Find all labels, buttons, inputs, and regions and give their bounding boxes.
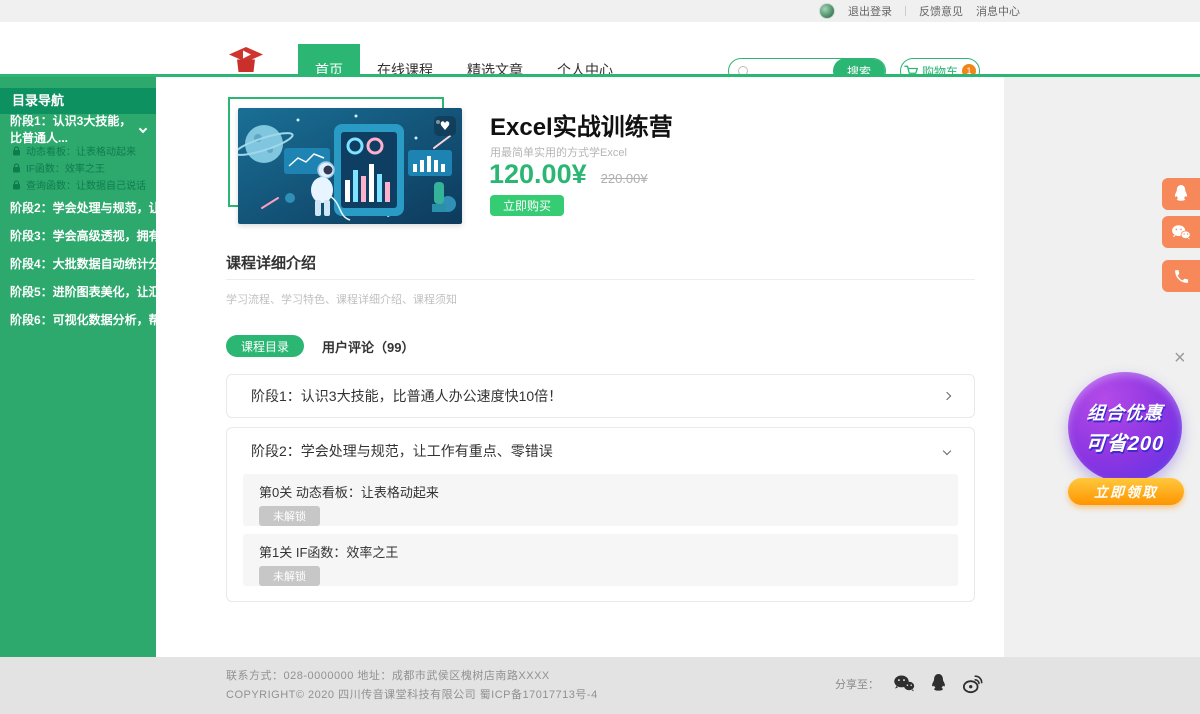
feedback-link[interactable]: 反馈意见	[919, 3, 963, 19]
sidebar-lesson-2[interactable]: IF函数：效率之王	[0, 160, 156, 175]
logo-icon	[228, 47, 264, 73]
sidebar-lesson-1[interactable]: 动态看板：让表格动起来	[0, 143, 156, 158]
section-divider	[226, 279, 975, 280]
detail-section-title: 课程详细介绍	[226, 252, 316, 273]
sidebar-lesson-3-label: 查询函数：让数据自己说话	[26, 177, 146, 192]
sidebar-lesson-1-label: 动态看板：让表格动起来	[26, 143, 136, 158]
phone-contact-button[interactable]	[1162, 260, 1200, 292]
accordion-stage-1-label: 阶段1：认识3大技能，比普通人办公速度快10倍！	[251, 386, 562, 406]
qq-icon	[1172, 184, 1190, 204]
weibo-icon	[962, 673, 984, 694]
promo-text-line1: 组合优惠	[1086, 399, 1164, 425]
tab-catalog[interactable]: 课程目录	[226, 335, 304, 357]
promo-close-icon[interactable]: ×	[1174, 348, 1186, 368]
claim-coupon-button[interactable]: 立即领取	[1068, 478, 1184, 505]
sidebar-stage-5[interactable]: 阶段5：进阶图表美化，让汇报一...	[0, 280, 156, 302]
original-price: 220.00¥	[601, 171, 648, 186]
lesson-row-0[interactable]: 第0关 动态看板：让表格动起来 未解锁	[243, 474, 958, 526]
phone-icon	[1173, 268, 1190, 285]
current-price: 120.00¥	[489, 159, 587, 190]
sidebar-stage-6[interactable]: 阶段6：可视化数据分析，帮老板...	[0, 308, 156, 330]
promo-text-line2: 可省200	[1085, 427, 1165, 456]
qq-contact-button[interactable]	[1162, 178, 1200, 210]
share-label: 分享至：	[835, 676, 879, 692]
promo-badge[interactable]: 组合优惠 可省200	[1068, 372, 1182, 482]
sidebar-lesson-2-label: IF函数：效率之王	[26, 160, 105, 175]
qq-icon	[929, 673, 948, 694]
accordion-stage-2-header[interactable]: 阶段2：学会处理与规范，让工作有重点、零错误	[227, 428, 974, 474]
page: 退出登录 反馈意见 消息中心 传音课堂 CHUANYINKETANG 首页 在线…	[0, 0, 1200, 714]
tab-comments[interactable]: 用户评论（99）	[322, 337, 414, 356]
lesson-status-badge: 未解锁	[259, 566, 320, 586]
detail-description: 学习流程、学习特色、课程详细介绍、课程须知	[226, 291, 457, 307]
lesson-status-badge: 未解锁	[259, 506, 320, 526]
logout-link[interactable]: 退出登录	[848, 3, 892, 19]
sidebar-stage-2[interactable]: 阶段2：学会处理与规范，让工作...	[0, 196, 156, 218]
chevron-down-icon	[139, 125, 147, 133]
sidebar-stage-1-label: 阶段1：认识3大技能，比普通人...	[10, 112, 140, 146]
accordion-stage-1[interactable]: 阶段1：认识3大技能，比普通人办公速度快10倍！	[226, 374, 975, 418]
buy-now-button[interactable]: 立即购买	[490, 195, 564, 216]
lock-icon	[12, 163, 21, 173]
footer: 联系方式：028-0000000 地址：成都市武侯区槐树店南路XXXX COPY…	[0, 657, 1200, 714]
chevron-down-icon	[943, 447, 951, 455]
lesson-row-1[interactable]: 第1关 IF函数：效率之王 未解锁	[243, 534, 958, 586]
sidebar-title: 目录导航	[0, 88, 156, 114]
main-content: ♥ Excel实战训练营 用最简单实用的方式学Excel 120.00¥ 220…	[156, 77, 1004, 657]
share-qq-button[interactable]	[929, 673, 948, 694]
topbar: 退出登录 反馈意见 消息中心	[0, 0, 1200, 22]
course-cover[interactable]	[238, 108, 462, 224]
footer-contact: 联系方式：028-0000000 地址：成都市武侯区槐树店南路XXXX	[226, 667, 550, 683]
lesson-title: 第0关 动态看板：让表格动起来	[259, 482, 942, 501]
wechat-icon	[1171, 224, 1191, 241]
lock-icon	[12, 146, 21, 156]
topbar-divider	[905, 6, 906, 16]
footer-copyright: COPYRIGHT© 2020 四川传音课堂科技有限公司 蜀ICP备170177…	[226, 686, 598, 702]
favorite-heart-icon[interactable]: ♥	[434, 116, 456, 136]
wechat-icon	[893, 674, 915, 693]
messages-link[interactable]: 消息中心	[976, 3, 1020, 19]
course-title: Excel实战训练营	[490, 107, 673, 142]
catalog-sidebar: 目录导航 阶段1：认识3大技能，比普通人... 动态看板：让表格动起来 IF函数…	[0, 77, 156, 657]
price-row: 120.00¥ 220.00¥	[489, 159, 648, 190]
lock-icon	[12, 180, 21, 190]
share-wechat-button[interactable]	[893, 674, 915, 693]
chevron-right-icon	[943, 392, 951, 400]
course-cover-illustration	[238, 108, 462, 224]
tab-bar: 课程目录 用户评论（99）	[226, 335, 414, 357]
sidebar-stage-4[interactable]: 阶段4：大批数据自动统计分析，...	[0, 252, 156, 274]
accordion-stage-2-label: 阶段2：学会处理与规范，让工作有重点、零错误	[251, 441, 553, 461]
share-weibo-button[interactable]	[962, 673, 984, 694]
accordion-stage-2: 阶段2：学会处理与规范，让工作有重点、零错误 第0关 动态看板：让表格动起来 未…	[226, 427, 975, 602]
share-bar: 分享至：	[835, 673, 984, 694]
course-subtitle: 用最简单实用的方式学Excel	[490, 144, 627, 160]
sidebar-lesson-3[interactable]: 查询函数：让数据自己说话	[0, 177, 156, 192]
sidebar-stage-3[interactable]: 阶段3：学会高级透视，拥有同时...	[0, 224, 156, 246]
user-avatar[interactable]	[819, 3, 835, 19]
sidebar-stage-1[interactable]: 阶段1：认识3大技能，比普通人...	[0, 118, 156, 140]
lesson-title: 第1关 IF函数：效率之王	[259, 542, 942, 561]
wechat-contact-button[interactable]	[1162, 216, 1200, 248]
header: 传音课堂 CHUANYINKETANG 首页 在线课程 精选文章 个人中心 搜索…	[0, 22, 1200, 74]
